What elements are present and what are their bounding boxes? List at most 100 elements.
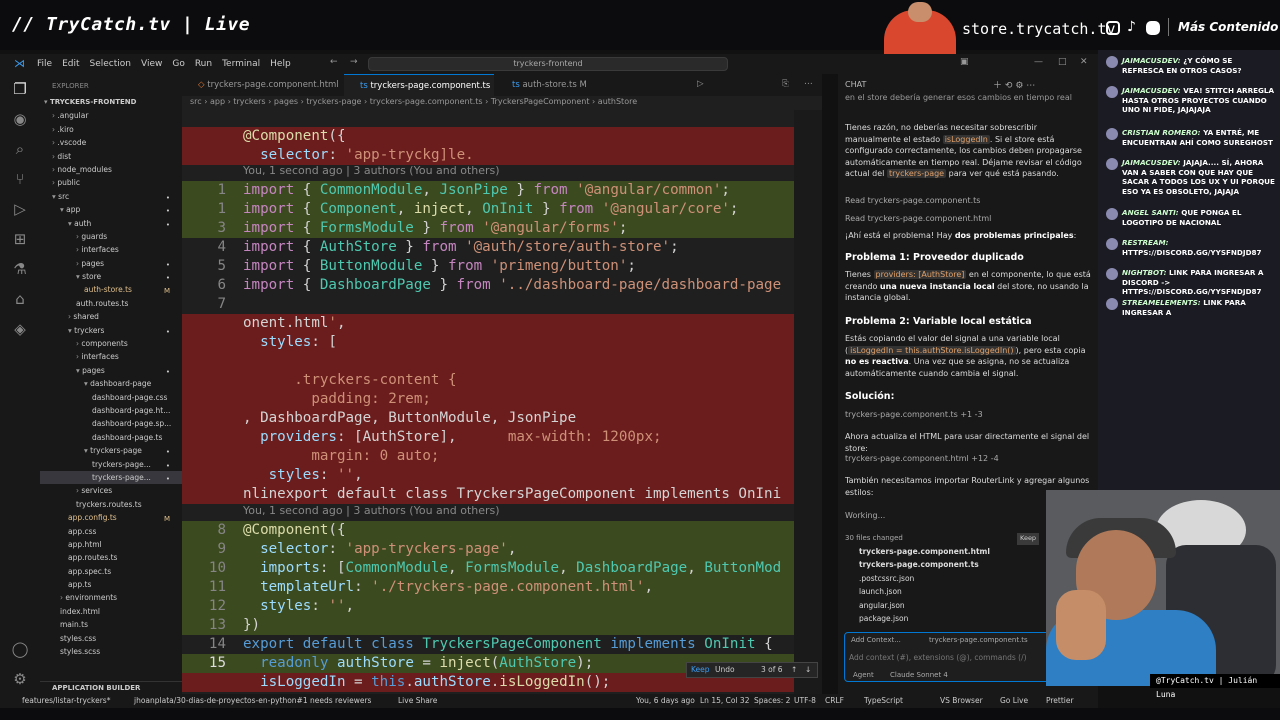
tree-item[interactable]: ▾ TRYCKERS-FRONTEND (40, 96, 182, 109)
search-icon[interactable]: ⌕ (11, 140, 29, 158)
undo-button[interactable]: Undo (715, 663, 735, 677)
tree-item[interactable]: › .vscode (40, 136, 182, 149)
menu-item[interactable]: Help (270, 59, 291, 69)
tree-item[interactable]: app.spec.ts (40, 565, 182, 578)
menu-item[interactable]: File (37, 59, 52, 69)
tree-item[interactable]: › guards (40, 230, 182, 243)
tree-item[interactable]: auth-store.ts M (40, 283, 182, 296)
tree-item[interactable]: ▾ pages • (40, 364, 182, 377)
menu-item[interactable]: Go (172, 59, 184, 69)
read-ref-2[interactable]: Read tryckers-page.component.html (845, 213, 1095, 225)
tree-item[interactable]: › pages • (40, 257, 182, 270)
browser-item[interactable]: VS Browser (940, 694, 983, 708)
copilot-icon[interactable]: ◉ (11, 110, 29, 128)
blame-item[interactable]: You, 6 days ago (636, 694, 695, 708)
testing-icon[interactable]: ⚗ (11, 260, 29, 278)
tree-item[interactable]: styles.css (40, 632, 182, 645)
next-change-icon[interactable]: ↓ (805, 663, 811, 677)
go-live-item[interactable]: Go Live (1000, 694, 1028, 708)
remote-icon[interactable]: ⌂ (11, 290, 29, 308)
tree-item[interactable]: app.css (40, 525, 182, 538)
tree-item[interactable]: › public (40, 176, 182, 189)
layout-icon[interactable]: ▣ (960, 57, 969, 67)
tree-item[interactable]: dashboard-page.sp... (40, 417, 182, 430)
menu-item[interactable]: Terminal (222, 59, 260, 69)
tree-item[interactable]: dashboard-page.ht... (40, 404, 182, 417)
account-icon[interactable]: ◯ (11, 640, 29, 658)
settings-gear-icon[interactable]: ⚙ (11, 670, 29, 688)
prev-change-icon[interactable]: ↑ (791, 663, 797, 677)
tree-item[interactable]: main.ts (40, 618, 182, 631)
more-icon[interactable]: ⋯ (1026, 81, 1035, 91)
forward-icon[interactable]: → (350, 57, 358, 67)
tree-item[interactable]: ▾ app • (40, 203, 182, 216)
pr-item[interactable]: jhoanplata/30-dias-de-proyectos-en-pytho… (134, 694, 371, 708)
tree-item[interactable]: index.html (40, 605, 182, 618)
edit-ref-2[interactable]: tryckers-page.component.html +12 -4 (845, 453, 1095, 465)
docker-icon[interactable]: ◈ (11, 320, 29, 338)
tree-item[interactable]: ▾ src • (40, 190, 182, 203)
tree-item[interactable]: dashboard-page.css (40, 391, 182, 404)
minimize-icon[interactable]: — (1034, 57, 1043, 67)
source-control-icon[interactable]: ⑂ (11, 170, 29, 188)
cursor-position[interactable]: Ln 15, Col 32 (700, 694, 749, 708)
tree-item[interactable]: ▾ auth • (40, 217, 182, 230)
tree-item[interactable]: › interfaces (40, 350, 182, 363)
tree-item[interactable]: app.routes.ts (40, 551, 182, 564)
more-icon[interactable]: ⋯ (804, 79, 813, 89)
tree-item[interactable]: › components (40, 337, 182, 350)
menu-item[interactable]: Selection (90, 59, 131, 69)
tree-item[interactable]: app.config.ts M (40, 511, 182, 524)
tree-item[interactable]: auth.routes.ts (40, 297, 182, 310)
tree-item[interactable]: › interfaces (40, 243, 182, 256)
live-share-item[interactable]: Live Share (398, 694, 437, 708)
branch-item[interactable]: features/listar-tryckers* (22, 694, 110, 708)
language-item[interactable]: TypeScript (864, 694, 903, 708)
command-center[interactable]: tryckers-frontend (368, 57, 728, 71)
tree-item[interactable]: tryckers-page... • (40, 470, 182, 485)
settings-icon[interactable]: ⚙ (1015, 81, 1023, 91)
tree-item[interactable]: ▾ dashboard-page (40, 377, 182, 390)
prettier-item[interactable]: Prettier (1046, 694, 1074, 708)
eol-item[interactable]: CRLF (825, 694, 844, 708)
menu-item[interactable]: Edit (62, 59, 79, 69)
tree-item[interactable]: ▾ tryckers-page • (40, 444, 182, 457)
tab-component-html[interactable]: ◇ tryckers-page.component.html (182, 74, 342, 96)
tree-item[interactable]: app.html (40, 538, 182, 551)
history-icon[interactable]: ⟲ (1005, 81, 1013, 91)
tree-item[interactable]: › node_modules (40, 163, 182, 176)
back-icon[interactable]: ← (330, 57, 338, 67)
model-select[interactable]: Claude Sonnet 4 (890, 671, 948, 679)
encoding-item[interactable]: UTF-8 (794, 694, 816, 708)
tree-item[interactable]: › environments (40, 591, 182, 604)
read-ref-1[interactable]: Read tryckers-page.component.ts (845, 195, 1095, 207)
maximize-icon[interactable]: □ (1058, 57, 1067, 67)
menu-item[interactable]: View (141, 59, 162, 69)
tree-item[interactable]: › services (40, 484, 182, 497)
run-icon[interactable]: ▷ (697, 79, 704, 89)
run-debug-icon[interactable]: ▷ (11, 200, 29, 218)
split-editor-icon[interactable]: ⎘ (782, 79, 789, 89)
tree-item[interactable]: tryckers-page... • (40, 458, 182, 471)
tree-item[interactable]: › .kiro (40, 123, 182, 136)
keep-all-button[interactable]: Keep (1017, 533, 1040, 545)
mode-select[interactable]: Agent (853, 671, 874, 679)
tab-component-ts[interactable]: ts tryckers-page.component.ts (344, 74, 494, 96)
indent-item[interactable]: Spaces: 2 (754, 694, 790, 708)
tree-item[interactable]: ▾ store • (40, 270, 182, 283)
tree-item[interactable]: ▾ tryckers • (40, 324, 182, 337)
add-context-button[interactable]: Add Context... (851, 636, 901, 644)
keep-button[interactable]: Keep (691, 663, 710, 677)
tree-item[interactable]: styles.scss (40, 645, 182, 658)
tree-item[interactable]: tryckers.routes.ts (40, 498, 182, 511)
tree-item[interactable]: › dist (40, 150, 182, 163)
extensions-icon[interactable]: ⊞ (11, 230, 29, 248)
tab-auth-store[interactable]: ts auth-store.ts M (496, 74, 606, 96)
tree-item[interactable]: › shared (40, 310, 182, 323)
menu-item[interactable]: Run (195, 59, 212, 69)
code-editor[interactable]: @Component({ selector: 'app-tryckg]le. Y… (182, 110, 794, 694)
breadcrumb[interactable]: src › app › tryckers › pages › tryckers-… (190, 97, 637, 106)
explorer-icon[interactable]: ❐ (11, 80, 29, 98)
edit-ref-1[interactable]: tryckers-page.component.ts +1 -3 (845, 409, 1095, 421)
tree-item[interactable]: dashboard-page.ts (40, 431, 182, 444)
